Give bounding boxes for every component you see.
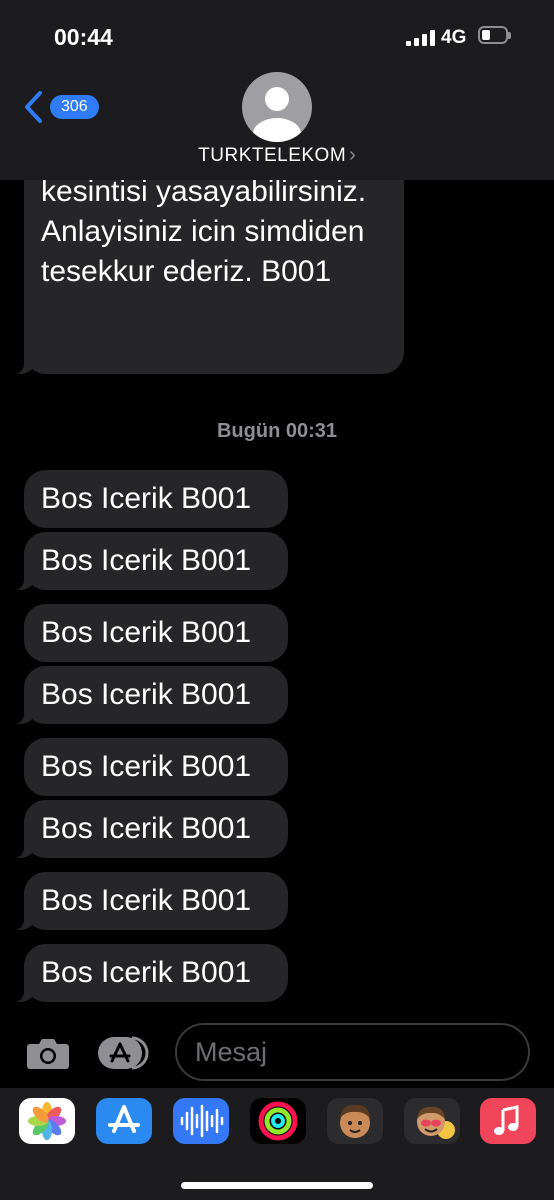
message-bubble[interactable]: Bos Icerik B001 [10, 666, 288, 724]
activity-icon[interactable] [250, 1098, 306, 1144]
back-button[interactable]: 306 [22, 90, 99, 124]
message-input[interactable]: Mesaj [175, 1023, 530, 1081]
message-bubble[interactable]: Bos Icerik B001 [10, 532, 288, 590]
app-store-icon[interactable] [96, 1098, 152, 1144]
message-bubble[interactable]: Bos Icerik B001 [24, 470, 288, 528]
status-time: 00:44 [54, 24, 113, 50]
message-bubble[interactable]: Bos Icerik B001 [10, 872, 288, 930]
home-indicator[interactable] [181, 1182, 373, 1189]
chevron-left-icon [25, 91, 42, 123]
memoji-stickers-icon[interactable] [404, 1098, 460, 1144]
unread-count-badge: 306 [50, 95, 99, 119]
message-bubble[interactable]: Bos Icerik B001 [24, 738, 288, 796]
message-bubble[interactable]: Bos Icerik B001 [10, 800, 288, 858]
audio-message-icon[interactable] [173, 1098, 229, 1144]
message-text: Bos Icerik B001 [41, 750, 252, 783]
message-text: Bos Icerik B001 [41, 884, 252, 917]
message-text: Bos Icerik B001 [41, 544, 252, 577]
camera-icon[interactable] [26, 1036, 70, 1070]
conversation-header: 00:44 4G 306 TURKTELEKOM › [0, 0, 554, 180]
message-text: Bos Icerik B001 [41, 812, 252, 845]
message-bubble[interactable]: Bos Icerik B001 [24, 604, 288, 662]
message-text: Bos Icerik B001 [41, 482, 252, 515]
contact-avatar[interactable] [242, 72, 312, 142]
chevron-right-icon: › [349, 144, 356, 166]
message-text: Bos Icerik B001 [41, 678, 252, 711]
memoji-icon[interactable] [327, 1098, 383, 1144]
network-type: 4G [441, 27, 467, 48]
contact-name: TURKTELEKOM [198, 145, 347, 166]
music-icon[interactable] [480, 1098, 536, 1144]
person-icon [253, 87, 301, 142]
message-text: kesintisi yasayabilirsiniz. Anlayisiniz … [41, 175, 367, 288]
cellular-signal-icon [406, 30, 435, 46]
battery-icon [478, 26, 511, 44]
message-text: Bos Icerik B001 [41, 956, 252, 989]
contact-details-link[interactable]: TURKTELEKOM › [0, 144, 554, 167]
message-bubble[interactable]: Bos Icerik B001 [10, 944, 288, 1002]
app-store-button-icon[interactable] [98, 1036, 152, 1070]
message-text: Bos Icerik B001 [41, 616, 252, 649]
photos-icon[interactable] [19, 1098, 75, 1144]
message-timestamp: Bugün 00:31 [216, 420, 338, 442]
